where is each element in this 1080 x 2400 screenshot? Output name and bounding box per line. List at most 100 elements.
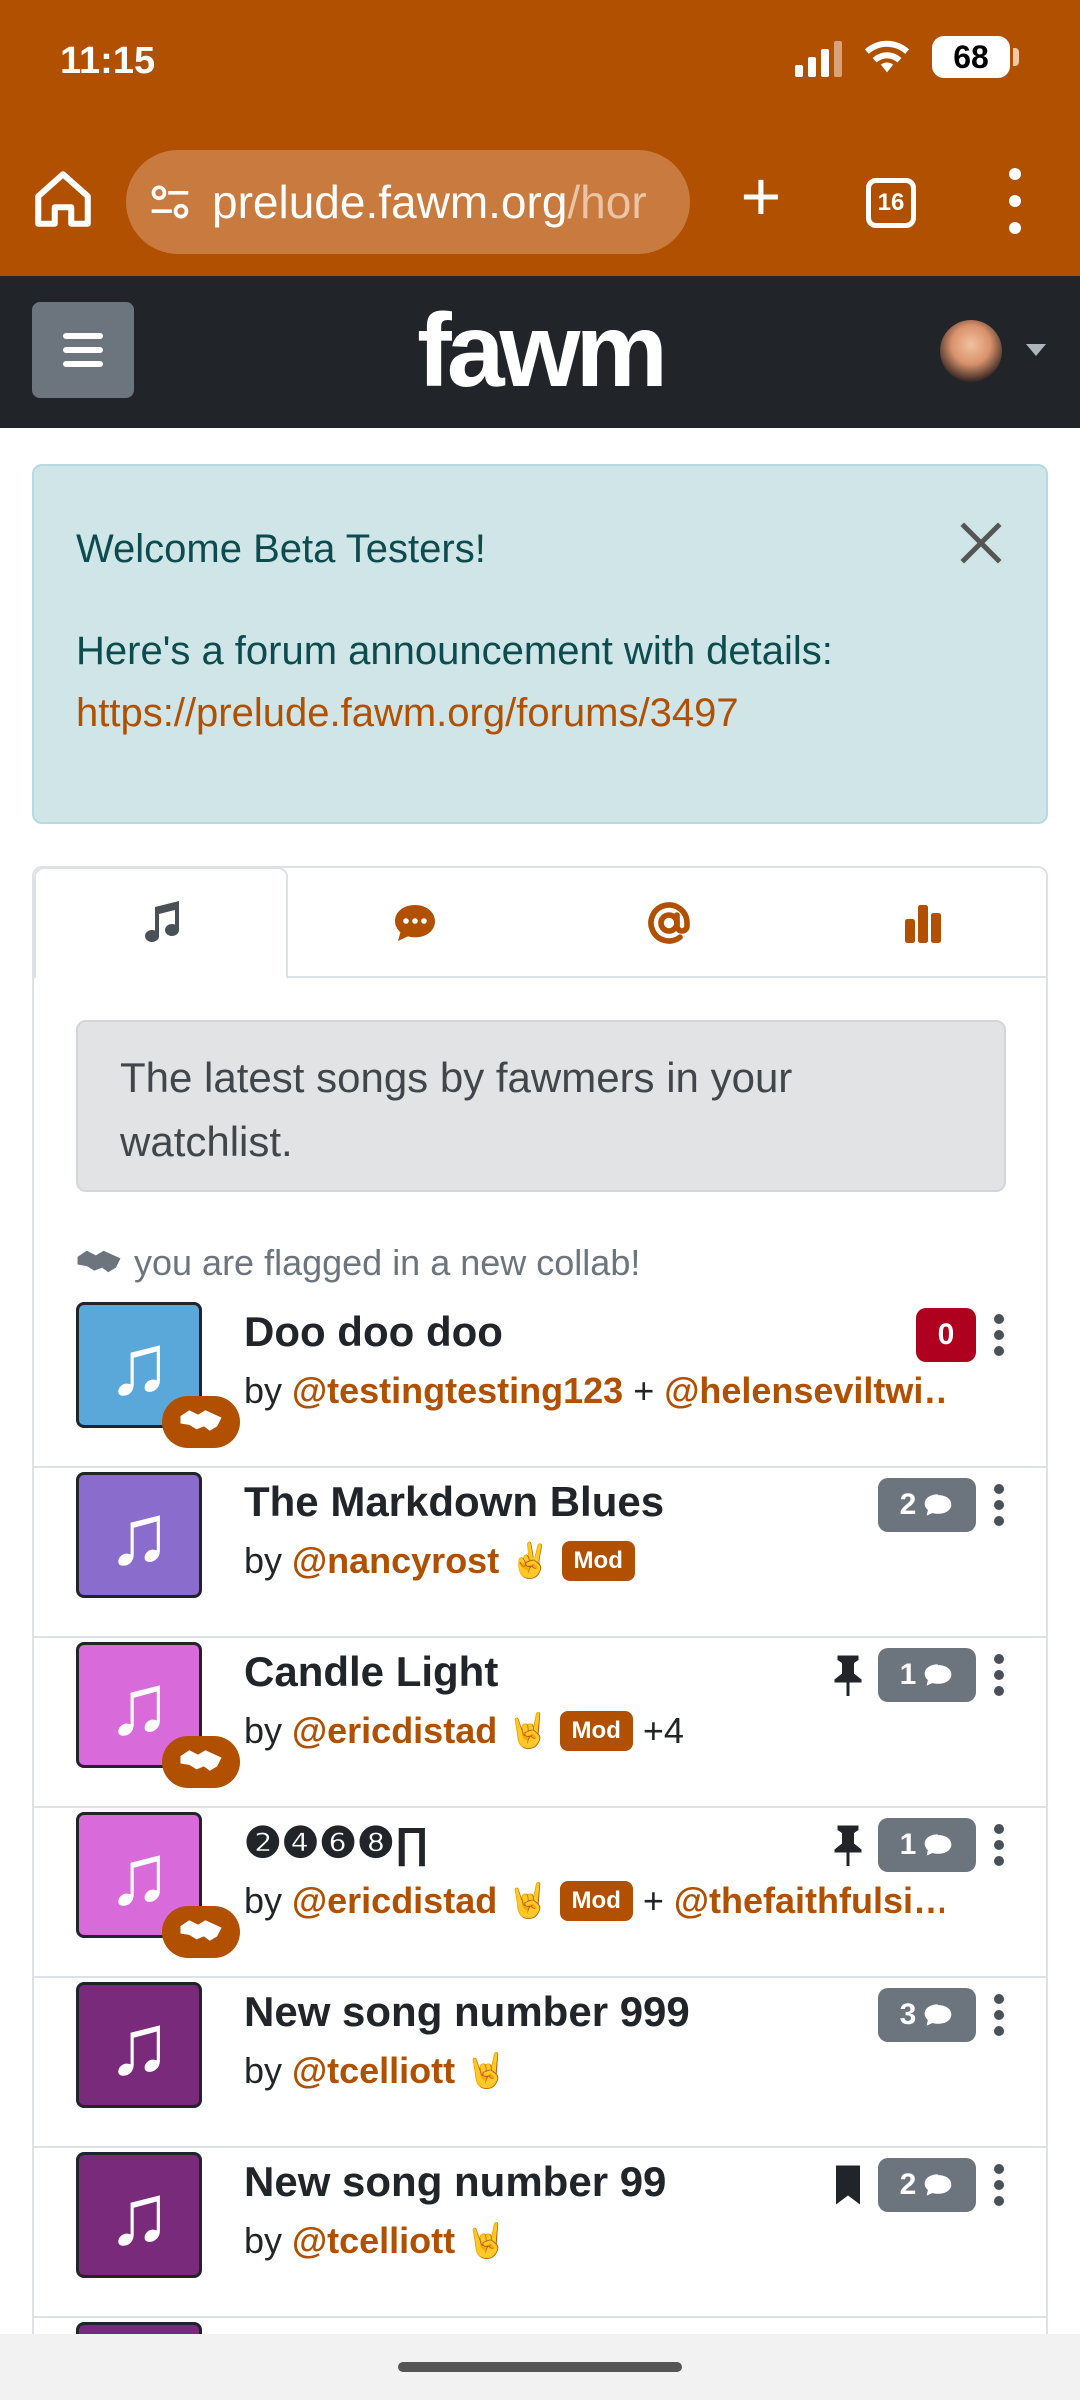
close-icon[interactable] (956, 518, 1006, 568)
user-emoji: 🤘 (507, 1882, 550, 1920)
music-note-icon: ♫ (106, 2166, 172, 2263)
user-link[interactable]: @ericdistad (292, 1880, 497, 1922)
status-bar: 11:15 68 (0, 0, 1080, 128)
site-logo[interactable]: fawm (0, 296, 1080, 406)
song-title[interactable]: Candle Light (244, 1648, 498, 1696)
collab-badge (162, 1396, 240, 1448)
song-thumbnail[interactable]: ♫ (76, 1472, 202, 1598)
watchlist-info: The latest songs by fawmers in your watc… (76, 1020, 1006, 1192)
comment-count-badge[interactable]: 2 (878, 1478, 976, 1532)
status-time: 11:15 (60, 40, 156, 82)
avatar[interactable] (940, 320, 1002, 382)
new-tab-button[interactable]: + (728, 161, 794, 232)
song-thumbnail[interactable]: ♫ (76, 1982, 202, 2108)
more-options-icon[interactable] (994, 1994, 1006, 2036)
user-link[interactable]: @tcelliott (292, 2050, 455, 2092)
more-options-icon[interactable] (994, 1484, 1006, 1526)
song-byline: by @tcelliott 🤘 (244, 2220, 944, 2262)
comment-count-badge[interactable]: 1 (878, 1818, 976, 1872)
browser-menu-button[interactable] (1000, 168, 1030, 234)
alert-link[interactable]: https://prelude.fawm.org/forums/3497 (76, 691, 739, 735)
user-emoji: 🤘 (465, 2222, 508, 2260)
comment-count-badge[interactable]: 3 (878, 1988, 976, 2042)
collab-badge (162, 1906, 240, 1958)
chevron-down-icon[interactable] (1026, 344, 1046, 356)
user-link[interactable]: @ericdistad (292, 1710, 497, 1752)
list-item[interactable]: ♫ New song number 999 by @tcelliott 🤘 3 (34, 1978, 1046, 2148)
alert-body: Here's a forum announcement with details… (76, 629, 833, 673)
by-label: by (244, 1710, 283, 1751)
song-title[interactable]: The Markdown Blues (244, 1478, 664, 1526)
tab-stats[interactable] (796, 868, 1046, 978)
user-emoji: 🤘 (507, 1712, 550, 1750)
list-item[interactable]: ♫ New song number 99 by @tcelliott 🤘 2 (34, 2148, 1046, 2318)
address-bar[interactable]: prelude.fawm.org/hor (126, 150, 690, 254)
by-label: by (244, 1880, 283, 1921)
count-badge[interactable]: 0 (916, 1308, 976, 1362)
song-title[interactable]: Doo doo doo (244, 1308, 503, 1356)
chat-bubble-icon (395, 905, 435, 941)
chat-bubble-icon (925, 1494, 952, 1516)
list-item[interactable]: ♫ Candle Light by @ericdistad 🤘 Mod +4 1 (34, 1638, 1046, 1808)
tab-songs[interactable] (34, 868, 288, 979)
tab-mentions[interactable] (542, 868, 796, 978)
tab-row (34, 868, 1046, 979)
mod-badge: Mod (559, 1881, 633, 1921)
url-path: /hor (567, 176, 647, 228)
at-sign-icon (648, 902, 690, 944)
list-item[interactable]: ♫ The Markdown Blues by @nancyrost ✌ Mod… (34, 1468, 1046, 1638)
by-label: by (244, 1370, 283, 1411)
handshake-icon (180, 1750, 222, 1771)
comment-count-badge[interactable]: 2 (878, 2158, 976, 2212)
more-options-icon[interactable] (994, 1314, 1006, 1356)
collab-notice: you are flagged in a new collab! (76, 1242, 640, 1284)
list-item[interactable]: ♫ Doo doo doo by @testingtesting123 + @h… (34, 1298, 1046, 1468)
comment-count: 1 (899, 1828, 917, 1861)
by-label: by (244, 2050, 283, 2091)
music-note-icon: ♫ (106, 1486, 172, 1583)
song-title[interactable]: New song number 999 (244, 1988, 690, 2036)
more-collaborators-count[interactable]: +4 (643, 1710, 684, 1752)
song-byline: by @nancyrost ✌ Mod (244, 1540, 944, 1582)
chat-bubble-icon (925, 2004, 952, 2026)
song-byline: by @ericdistad 🤘 Mod + @thefaithfulsi… (244, 1880, 944, 1922)
song-title[interactable]: New song number 99 (244, 2158, 666, 2206)
comment-count: 3 (899, 1998, 917, 2031)
list-item[interactable]: ♫ ❷❹❻❽∏ by @ericdistad 🤘 Mod + @thefaith… (34, 1808, 1046, 1978)
song-thumbnail[interactable]: ♫ (76, 2152, 202, 2278)
more-options-icon[interactable] (994, 2164, 1006, 2206)
song-title[interactable]: ❷❹❻❽∏ (244, 1818, 429, 1867)
comment-count: 2 (899, 1488, 917, 1521)
handshake-icon (180, 1920, 222, 1941)
chat-bubble-icon (925, 2174, 952, 2196)
mod-badge: Mod (561, 1541, 635, 1581)
songs-card: The latest songs by fawmers in your watc… (32, 866, 1048, 2400)
handshake-icon (77, 1250, 121, 1273)
user-link[interactable]: @tcelliott (292, 2220, 455, 2262)
more-options-icon[interactable] (994, 1824, 1006, 1866)
song-byline: by @testingtesting123 + @helenseviltwi… (244, 1370, 944, 1412)
tab-switcher-button[interactable]: 16 (866, 178, 916, 228)
more-options-icon[interactable] (994, 1654, 1006, 1696)
home-icon[interactable] (30, 166, 96, 232)
chat-bubble-icon (925, 1834, 952, 1856)
signal-icon (795, 37, 842, 77)
comment-count-badge[interactable]: 1 (878, 1648, 976, 1702)
site-settings-icon[interactable] (148, 180, 192, 224)
music-note-icon (145, 901, 180, 943)
collaborator-link[interactable]: @thefaithfulsi… (674, 1880, 944, 1922)
battery-indicator: 68 (932, 36, 1019, 78)
plus-label: + (633, 1370, 655, 1411)
chat-bubble-icon (925, 1664, 952, 1686)
collaborator-link[interactable]: @helenseviltwi… (664, 1370, 944, 1412)
by-label: by (244, 1540, 283, 1581)
collab-badge (162, 1736, 240, 1788)
home-indicator[interactable] (398, 2362, 682, 2372)
by-label: by (244, 2220, 283, 2261)
tab-comments[interactable] (288, 868, 542, 978)
user-link[interactable]: @testingtesting123 (292, 1370, 623, 1412)
site-navbar: fawm (0, 276, 1080, 428)
user-link[interactable]: @nancyrost (292, 1540, 499, 1582)
collab-notice-text: you are flagged in a new collab! (134, 1242, 641, 1283)
wifi-icon (864, 40, 910, 73)
